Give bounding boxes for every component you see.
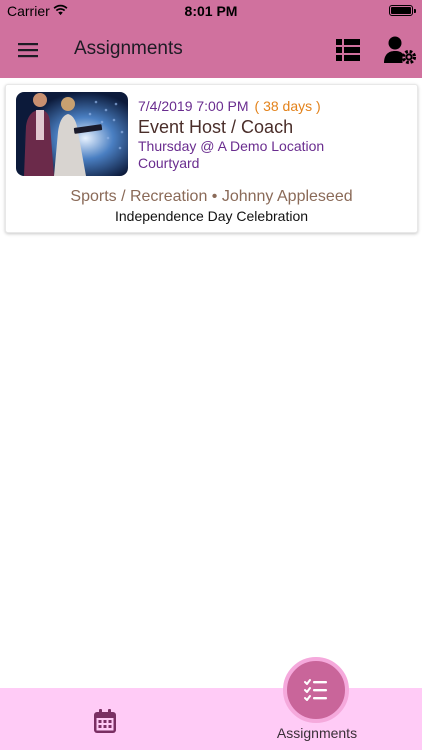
assignments-tab-label[interactable]: Assignments bbox=[270, 725, 364, 741]
page-title: Assignments bbox=[74, 38, 183, 59]
assignments-tab-button[interactable] bbox=[283, 657, 349, 723]
view-list-icon[interactable] bbox=[335, 37, 361, 63]
status-time: 8:01 PM bbox=[184, 3, 238, 19]
assignment-event-name: Independence Day Celebration bbox=[114, 208, 309, 224]
app-bar: Assignments bbox=[0, 22, 422, 78]
assignment-datetime: 7/4/2019 7:00 PM bbox=[138, 98, 249, 114]
user-settings-icon[interactable] bbox=[383, 35, 417, 65]
calendar-icon[interactable] bbox=[91, 707, 119, 735]
assignment-card[interactable]: 7/4/2019 7:00 PM ( 38 days ) Event Host /… bbox=[5, 84, 418, 233]
bottom-nav: Assignments bbox=[0, 688, 422, 750]
checklist-icon bbox=[304, 679, 327, 701]
assignment-day-location: Thursday @ A Demo Location bbox=[138, 138, 325, 154]
battery-icon bbox=[389, 5, 416, 16]
event-photo bbox=[16, 92, 128, 176]
status-bar: Carrier 8:01 PM bbox=[0, 0, 422, 22]
hamburger-menu-icon[interactable] bbox=[16, 39, 40, 61]
assignment-datetime-line: 7/4/2019 7:00 PM ( 38 days ) bbox=[138, 98, 321, 114]
assignment-role: Event Host / Coach bbox=[138, 117, 294, 137]
assignment-category-person: Sports / Recreation • Johnny Appleseed bbox=[70, 188, 353, 205]
days-until-badge: ( 38 days ) bbox=[254, 98, 321, 114]
assignment-area: Courtyard bbox=[138, 155, 200, 171]
